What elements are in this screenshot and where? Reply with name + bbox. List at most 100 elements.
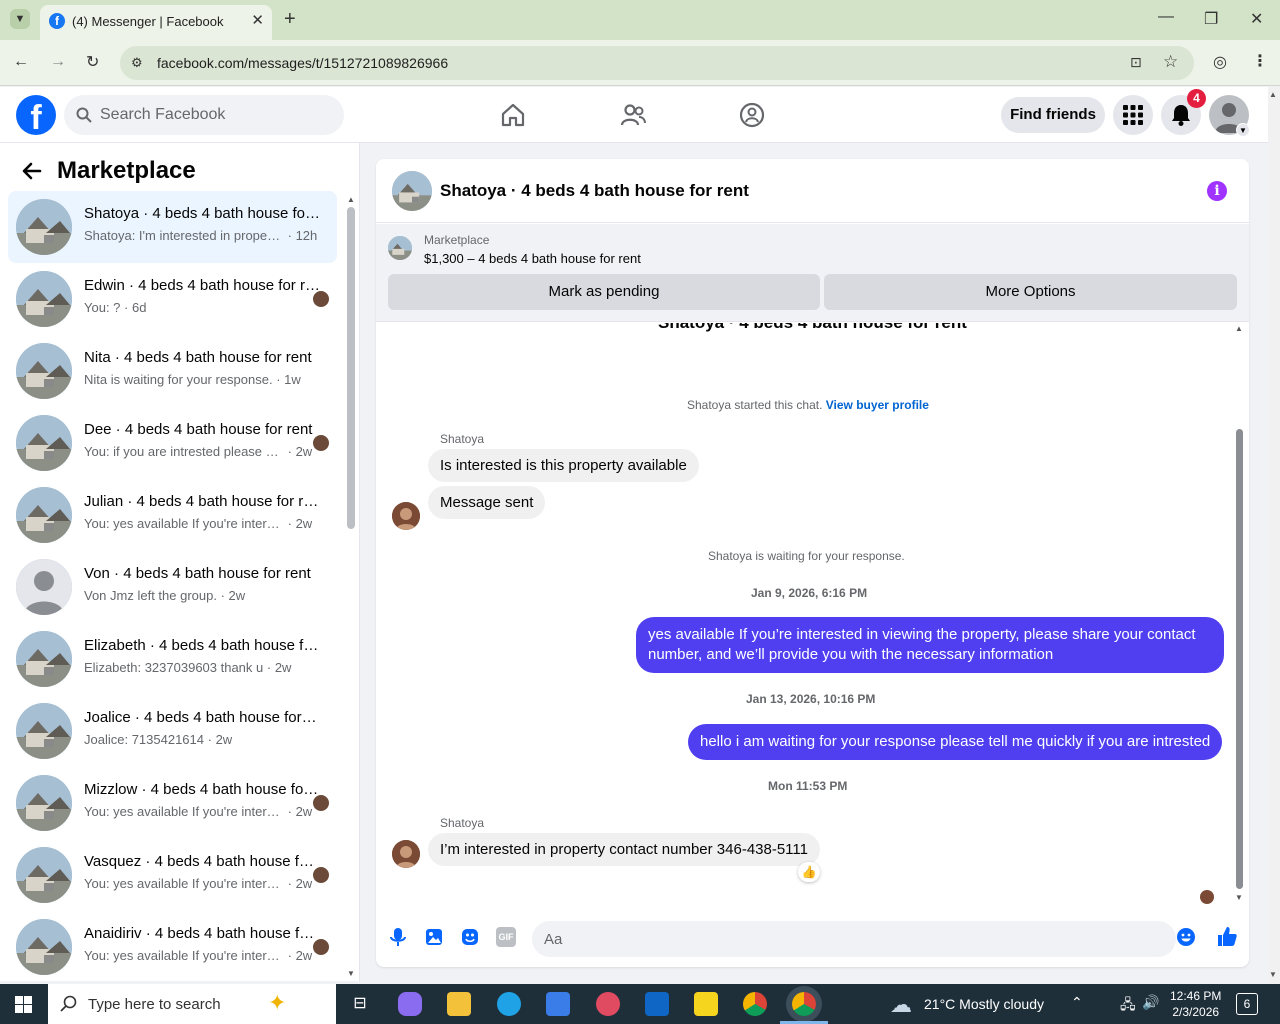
incoming-message[interactable]: Message sent [428, 486, 546, 519]
task-view-icon[interactable]: ⊟ [348, 992, 372, 1016]
chrome-profile-icon[interactable] [792, 992, 816, 1016]
facebook-logo-icon[interactable]: f [16, 95, 56, 135]
outgoing-message[interactable]: hello i am waiting for your response ple… [688, 724, 1223, 760]
tray-overflow-icon[interactable]: ⌃ [1071, 994, 1083, 1011]
sidebar-title: Marketplace [57, 157, 196, 184]
snipping-tool-icon[interactable] [596, 992, 620, 1016]
chrome-icon[interactable] [743, 992, 767, 1016]
sticky-notes-icon[interactable] [694, 992, 718, 1016]
minimize-icon[interactable]: — [1158, 8, 1174, 26]
chat-started-text: Shatoya started this chat. [687, 398, 823, 412]
view-buyer-profile-link[interactable]: View buyer profile [826, 398, 929, 412]
chat-scroll-up-icon[interactable]: ▲ [1235, 324, 1243, 333]
taskbar-search-box[interactable]: Type here to search ✦ [48, 984, 336, 1024]
mark-as-pending-button[interactable]: Mark as pending [388, 274, 820, 310]
menu-icon[interactable]: ⋮ [1252, 51, 1268, 71]
conversation-item[interactable]: Dee · 4 beds 4 bath house for rent You: i… [8, 407, 337, 479]
conversation-last-message: Shatoya: I'm interested in property cont… [84, 228, 284, 243]
incoming-message[interactable]: I’m interested in property contact numbe… [428, 833, 820, 866]
page-scroll-down-icon[interactable]: ▼ [1269, 970, 1277, 979]
scroll-up-icon[interactable]: ▲ [347, 195, 355, 204]
listing-price[interactable]: $1,300 – 4 beds 4 bath house for rent [424, 251, 641, 266]
conversation-item[interactable]: Shatoya · 4 beds 4 bath house for rent Sh… [8, 191, 337, 263]
menu-grid-button[interactable] [1113, 95, 1153, 135]
new-tab-icon[interactable]: + [284, 8, 296, 31]
outgoing-message[interactable]: yes available If you’re interested in vi… [636, 617, 1224, 673]
chat-scrollbar[interactable] [1236, 429, 1243, 889]
tab-search-icon[interactable]: ▼ [10, 9, 30, 29]
sender-avatar[interactable] [392, 840, 420, 868]
conversation-last-message: You: yes available If you're interested [84, 804, 284, 819]
conversation-item[interactable]: Elizabeth · 4 beds 4 bath house for rent… [8, 623, 337, 695]
microphone-icon[interactable] [388, 927, 408, 947]
close-window-icon[interactable]: ✕ [1250, 9, 1263, 29]
gif-icon[interactable]: GIF [496, 927, 516, 947]
conversation-item[interactable]: Vasquez · 4 beds 4 bath house for rent Yo… [8, 839, 337, 911]
profile-icon[interactable]: ◎ [1213, 52, 1227, 72]
conversation-name: Mizzlow · 4 beds 4 bath house for rent [84, 781, 320, 798]
reload-icon[interactable]: ↻ [86, 52, 99, 72]
conversation-item[interactable]: Edwin · 4 beds 4 bath house for rent You:… [8, 263, 337, 335]
install-app-icon[interactable]: ⊡ [1130, 54, 1142, 71]
conversation-time: · 2w [287, 948, 313, 963]
notification-center-button[interactable]: 6 [1236, 993, 1258, 1015]
windows-start-icon[interactable] [15, 996, 32, 1013]
more-options-button[interactable]: More Options [824, 274, 1237, 310]
sidebar-scrollbar[interactable] [347, 207, 355, 529]
conversation-item[interactable]: Mizzlow · 4 beds 4 bath house for rent Yo… [8, 767, 337, 839]
page-scroll-up-icon[interactable]: ▲ [1269, 90, 1277, 99]
conversation-thumbnail [16, 703, 72, 759]
restore-icon[interactable]: ❐ [1204, 9, 1218, 29]
browser-tab[interactable]: f (4) Messenger | Facebook ✕ [40, 5, 272, 40]
conversation-name: Shatoya · 4 beds 4 bath house for rent [84, 205, 320, 222]
forward-icon[interactable]: → [50, 53, 66, 71]
conversation-item[interactable]: Von · 4 beds 4 bath house for rent Von Jm… [8, 551, 337, 623]
thumbs-up-reaction[interactable]: 👍 [798, 862, 820, 882]
listing-thumbnail[interactable] [392, 171, 432, 211]
emoji-icon[interactable] [1176, 927, 1196, 947]
search-input[interactable] [100, 95, 330, 135]
omnibox[interactable]: ⚙ facebook.com/messages/t/15127210898269… [120, 46, 1194, 80]
conversation-item[interactable]: Joalice · 4 beds 4 bath house for rent Jo… [8, 695, 337, 767]
weather-icon[interactable]: ☁ [890, 992, 912, 1018]
bookmark-star-icon[interactable]: ☆ [1163, 52, 1178, 72]
weather-text[interactable]: 21°C Mostly cloudy [924, 996, 1044, 1012]
listing-thumbnail-small[interactable] [388, 236, 412, 260]
friends-icon[interactable] [619, 101, 647, 129]
home-icon[interactable] [499, 101, 527, 129]
back-icon[interactable]: ← [13, 53, 29, 71]
url-text[interactable]: facebook.com/messages/t/1512721089826966 [157, 55, 448, 71]
volume-icon[interactable]: 🔊 [1142, 994, 1159, 1011]
conversation-item[interactable]: Julian · 4 beds 4 bath house for rent You… [8, 479, 337, 551]
info-icon[interactable]: i [1207, 181, 1227, 201]
system-clock[interactable]: 12:46 PM 2/3/2026 [1170, 988, 1221, 1020]
find-friends-button[interactable]: Find friends [1001, 97, 1105, 133]
chat-scroll-down-icon[interactable]: ▼ [1235, 893, 1243, 902]
back-arrow-icon[interactable] [20, 159, 44, 183]
page-scrollbar[interactable] [1268, 87, 1280, 984]
close-tab-icon[interactable]: ✕ [251, 11, 264, 29]
network-icon[interactable]: 🖧 [1120, 994, 1136, 1018]
sticker-icon[interactable] [460, 927, 480, 947]
sender-avatar[interactable] [392, 502, 420, 530]
scroll-down-icon[interactable]: ▼ [347, 969, 355, 978]
copilot-icon[interactable] [398, 992, 422, 1016]
house-photo-icon [16, 487, 72, 543]
account-chevron-icon[interactable]: ▼ [1236, 123, 1250, 137]
groups-icon[interactable] [738, 101, 766, 129]
conversation-preview: Joalice: 7135421614 · 2w [84, 732, 320, 747]
thumbs-up-send-icon[interactable] [1216, 925, 1238, 947]
conversation-item[interactable]: Nita · 4 beds 4 bath house for rent Nita … [8, 335, 337, 407]
message-input[interactable] [532, 921, 1176, 957]
search-box[interactable] [64, 95, 344, 135]
photo-icon[interactable] [424, 927, 444, 947]
store-icon[interactable] [546, 992, 570, 1016]
chat-title[interactable]: Shatoya · 4 beds 4 bath house for rent [440, 181, 749, 201]
conversation-item[interactable]: Anaidiriv · 4 beds 4 bath house for rent… [8, 911, 337, 981]
timestamp: Mon 11:53 PM [768, 779, 848, 793]
incoming-message[interactable]: Is interested is this property available [428, 449, 699, 482]
file-explorer-icon[interactable] [447, 992, 471, 1016]
site-info-icon[interactable]: ⚙ [131, 55, 143, 71]
edge-icon[interactable] [497, 992, 521, 1016]
outlook-icon[interactable] [645, 992, 669, 1016]
